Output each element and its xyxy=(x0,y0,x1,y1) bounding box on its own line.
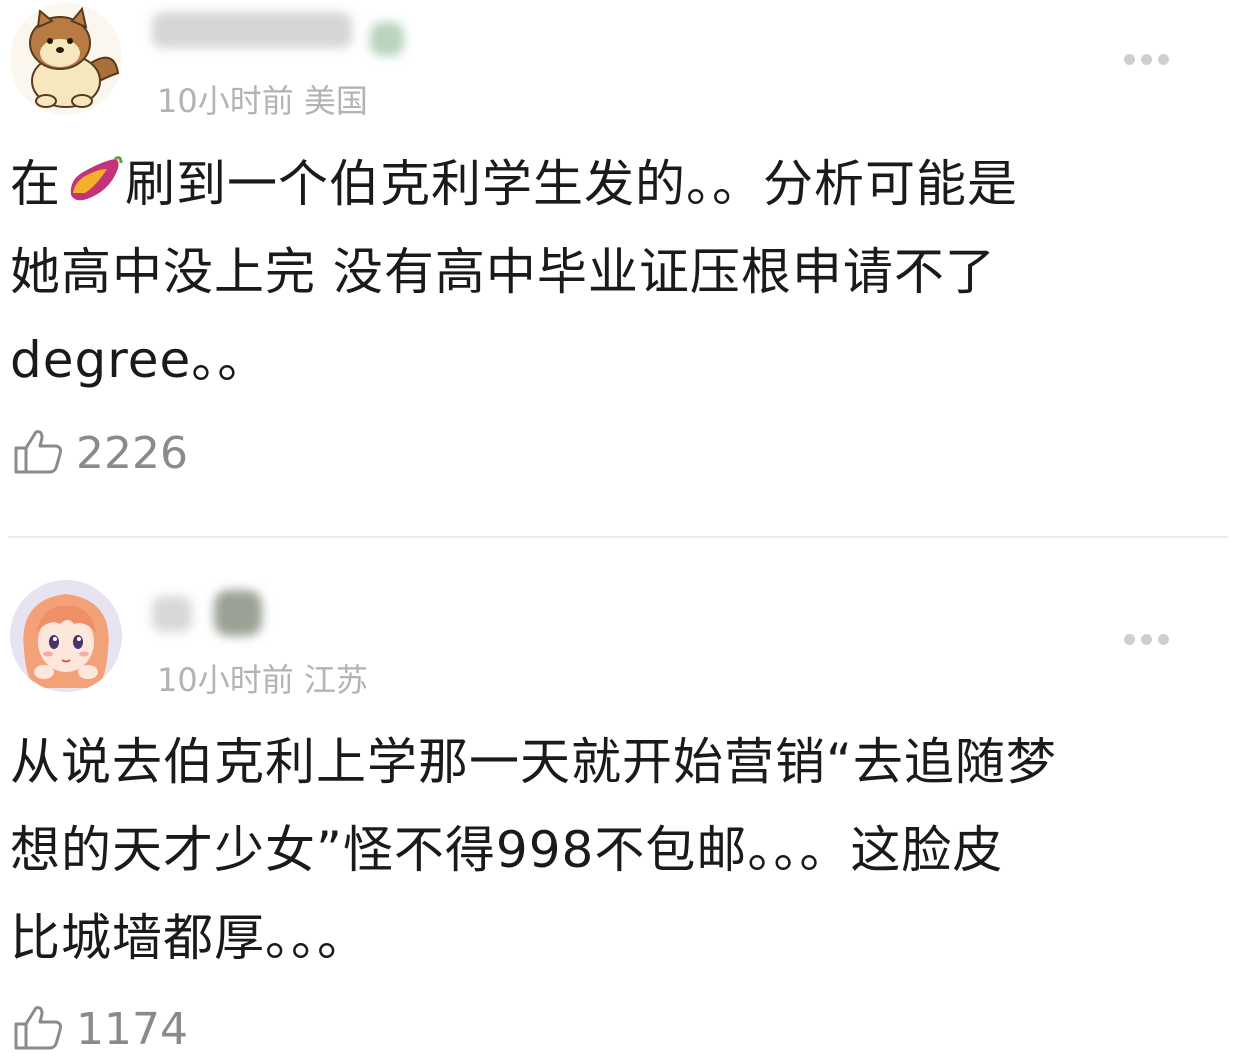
like-button[interactable]: 2226 xyxy=(12,426,188,480)
more-options-button[interactable] xyxy=(1124,50,1176,66)
dog-avatar-icon[interactable] xyxy=(10,3,122,115)
comment-text: 从说去伯克利上学那一天就开始营销“去追随梦 想的天才少女”怪不得998不包邮。。… xyxy=(10,718,1190,982)
comment-line: 比城墙都厚。。。 xyxy=(10,909,368,967)
anime-girl-avatar-icon[interactable] xyxy=(10,580,122,692)
more-dot xyxy=(1141,634,1152,645)
username-badge-blurred xyxy=(214,590,262,636)
more-dot xyxy=(1124,54,1135,65)
more-options-button[interactable] xyxy=(1124,630,1176,646)
more-dot xyxy=(1141,54,1152,65)
username-blurred[interactable] xyxy=(152,12,352,48)
comment-line: 想的天才少女”怪不得998不包邮。。。这脸皮 xyxy=(10,821,1004,879)
sweet-potato-icon xyxy=(63,146,123,201)
post-location: 江苏 xyxy=(303,661,368,699)
more-dot xyxy=(1158,634,1169,645)
comment-item: 10小时前 美国 在 刷到一个伯克利学生发的。。分析可能是 她高中没上完 没有高… xyxy=(0,0,1250,540)
comment-line: 在 刷到一个伯克利学生发的。。分析可能是 xyxy=(10,140,1190,228)
like-button[interactable]: 1174 xyxy=(12,1002,188,1056)
like-count: 2226 xyxy=(76,427,188,479)
comment-line: degree。。 xyxy=(10,331,269,389)
username-badge-blurred xyxy=(370,22,404,56)
post-meta: 10小时前 江苏 xyxy=(157,655,368,701)
comment-item: 10小时前 江苏 从说去伯克利上学那一天就开始营销“去追随梦 想的天才少女”怪不… xyxy=(0,540,1250,1056)
username-blurred[interactable] xyxy=(152,596,192,632)
more-dot xyxy=(1124,634,1135,645)
comment-line: 她高中没上完 没有高中毕业证压根申请不了 xyxy=(10,243,996,301)
like-count: 1174 xyxy=(76,1003,188,1055)
post-meta: 10小时前 美国 xyxy=(157,76,368,122)
post-time: 10小时前 xyxy=(157,661,294,699)
comment-divider xyxy=(8,536,1228,538)
post-location: 美国 xyxy=(303,82,368,120)
comment-line: 从说去伯克利上学那一天就开始营销“去追随梦 xyxy=(10,733,1057,791)
comment-text: 在 刷到一个伯克利学生发的。。分析可能是 她高中没上完 没有高中毕业证压根申请不… xyxy=(10,140,1190,404)
more-dot xyxy=(1158,54,1169,65)
post-time: 10小时前 xyxy=(157,82,294,120)
thumbs-up-icon xyxy=(12,426,64,480)
thumbs-up-icon xyxy=(12,1002,64,1056)
